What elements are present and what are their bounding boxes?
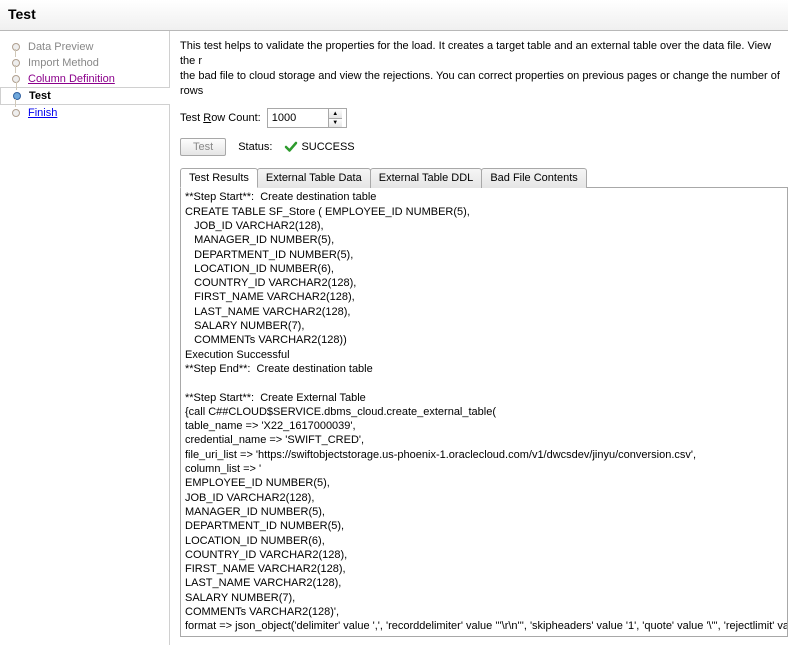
wizard-sidebar: Data Preview Import Method Column Defini… bbox=[0, 31, 170, 645]
sidebar-item-label[interactable]: Column Definition bbox=[28, 73, 115, 85]
sidebar-item-finish[interactable]: Finish bbox=[0, 105, 169, 121]
page-title: Test bbox=[8, 6, 780, 22]
sidebar-item-label: Import Method bbox=[28, 57, 99, 69]
wizard-step-icon bbox=[8, 43, 24, 51]
wizard-step-icon bbox=[8, 59, 24, 67]
sidebar-item-label: Data Preview bbox=[28, 41, 93, 53]
status-value: SUCCESS bbox=[284, 140, 354, 154]
intro-text: This test helps to validate the properti… bbox=[180, 39, 788, 98]
spinner-down-button[interactable]: ▼ bbox=[329, 119, 342, 128]
test-button[interactable]: Test bbox=[180, 138, 226, 156]
sidebar-item-import-method[interactable]: Import Method bbox=[0, 55, 169, 71]
sidebar-item-label[interactable]: Finish bbox=[28, 107, 57, 119]
sidebar-item-label: Test bbox=[29, 90, 51, 102]
tab-test-results[interactable]: Test Results bbox=[180, 168, 258, 188]
sidebar-item-column-definition[interactable]: Column Definition bbox=[0, 71, 169, 87]
tab-bad-file-contents[interactable]: Bad File Contents bbox=[481, 168, 586, 188]
success-check-icon bbox=[284, 140, 298, 154]
row-count-input[interactable] bbox=[268, 109, 328, 127]
test-results-output[interactable]: **Step Start**: Create destination table… bbox=[180, 188, 788, 637]
results-tabs: Test Results External Table Data Externa… bbox=[180, 168, 788, 188]
row-count-label: Test Row Count: bbox=[180, 112, 261, 124]
tab-external-table-ddl[interactable]: External Table DDL bbox=[370, 168, 483, 188]
wizard-step-icon bbox=[9, 92, 25, 100]
row-count-spinner[interactable]: ▲ ▼ bbox=[267, 108, 347, 128]
status-label: Status: bbox=[238, 141, 272, 153]
sidebar-item-data-preview[interactable]: Data Preview bbox=[0, 39, 169, 55]
sidebar-item-test[interactable]: Test bbox=[0, 87, 170, 105]
wizard-step-icon bbox=[8, 109, 24, 117]
spinner-up-button[interactable]: ▲ bbox=[329, 109, 342, 119]
page-header: Test bbox=[0, 0, 788, 31]
tab-external-table-data[interactable]: External Table Data bbox=[257, 168, 371, 188]
